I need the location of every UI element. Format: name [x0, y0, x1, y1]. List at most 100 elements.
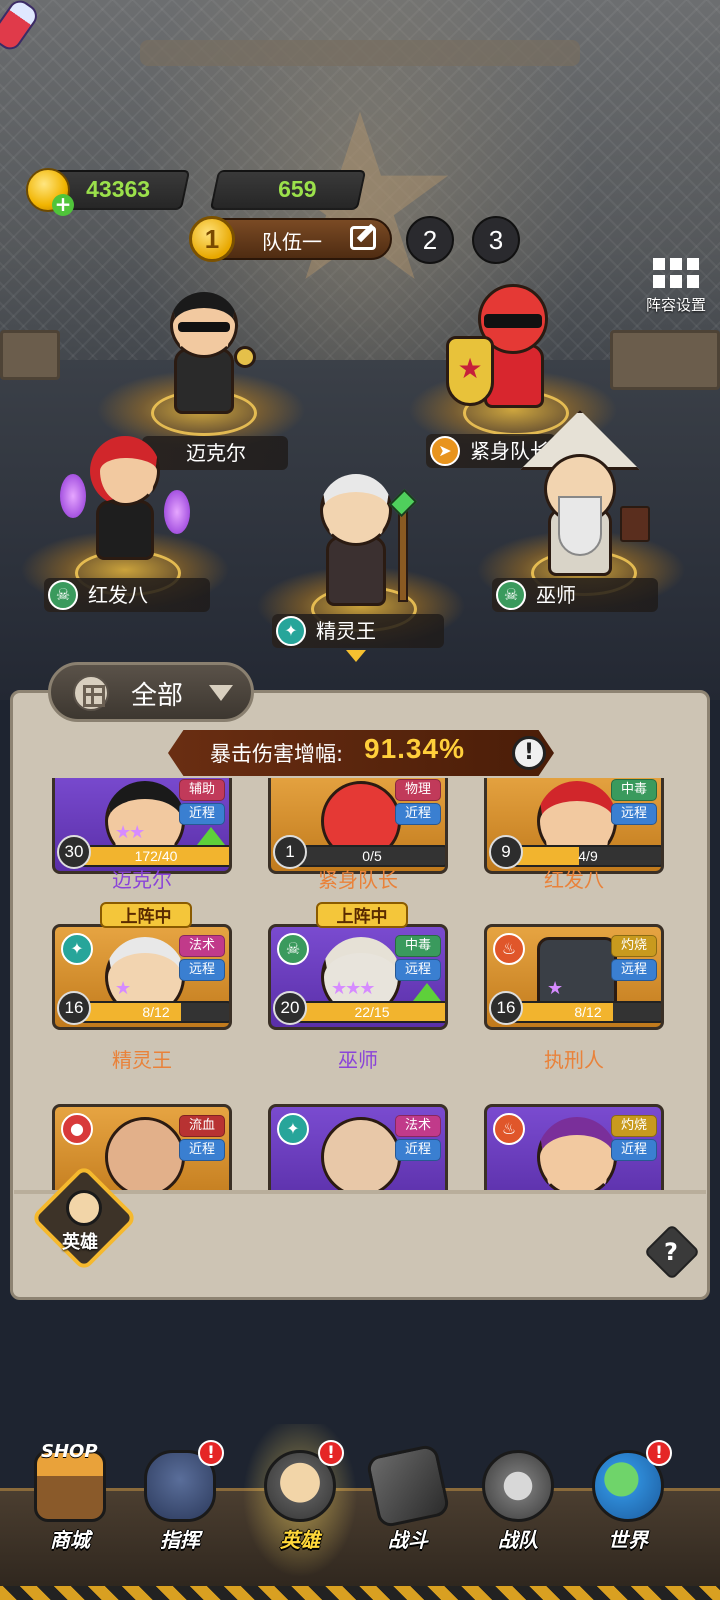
nav-shop[interactable]: SHOP 商城 — [20, 1440, 120, 1570]
hero-level: 1 — [273, 835, 307, 869]
crit-damage-label: 暴击伤害增幅: — [210, 742, 344, 766]
hero-card[interactable]: 中毒 远程 4/9 9 — [484, 778, 664, 874]
team-tab-3[interactable]: 3 — [472, 216, 520, 264]
nav-heroes[interactable]: ! 英雄 — [250, 1440, 350, 1570]
magic-icon: ✦ — [276, 616, 306, 646]
hero-card-name: 巫师 — [338, 1048, 378, 1072]
hero-michael-figure[interactable] — [150, 286, 260, 426]
shard-progress-text: 0/5 — [362, 848, 382, 864]
nav-battle[interactable]: 战斗 — [358, 1440, 458, 1570]
hero-card[interactable]: 辅助 近程 ★★ 172/40 30 — [52, 778, 232, 874]
nav-world[interactable]: ! 世界 — [578, 1440, 678, 1570]
hero-level: 16 — [57, 991, 91, 1025]
poison-skull-icon: ☠ — [48, 580, 78, 610]
hero-tag-role: 流血 — [179, 1115, 225, 1137]
hero-portrait — [537, 1117, 617, 1190]
gun-icon — [365, 1443, 451, 1529]
nav-command[interactable]: ! 指挥 — [130, 1440, 230, 1570]
notification-badge: ! — [318, 1440, 344, 1466]
grid-icon — [653, 258, 699, 288]
hero-portrait — [105, 1117, 185, 1190]
hero-red-hair-figure[interactable] — [60, 430, 190, 570]
hero-level: 9 — [489, 835, 523, 869]
hero-wizard-figure[interactable] — [510, 410, 650, 580]
shard-progress-text: 8/12 — [142, 1004, 170, 1020]
arena-rail — [140, 40, 580, 66]
potion-counter: 659 — [209, 170, 367, 210]
nav-squad[interactable]: 战队 — [468, 1440, 568, 1570]
shard-progress-text: 8/12 — [574, 1004, 602, 1020]
hero-level: 30 — [57, 835, 91, 869]
shard-progress-bar: 22/15 — [297, 1001, 445, 1023]
magic-icon: ✦ — [277, 1113, 309, 1145]
shard-progress-text: 4/9 — [578, 848, 598, 864]
upgrade-arrow-icon — [413, 983, 441, 1001]
hero-level: 16 — [489, 991, 523, 1025]
shield-charge-icon: ➤ — [430, 436, 460, 466]
help-icon[interactable]: ? — [664, 1238, 678, 1266]
crit-damage-value: 91.34% — [364, 733, 465, 764]
hero-category-label: 英雄 — [62, 1232, 98, 1253]
hero-tight-captain-figure[interactable]: ★ — [444, 280, 574, 420]
potion-amount: 659 — [278, 176, 317, 202]
team-tab-1[interactable]: 1 — [189, 216, 235, 262]
poison-skull-icon: ☠ — [496, 580, 526, 610]
lineup-settings-button[interactable]: 阵容设置 — [640, 258, 712, 322]
notification-badge: ! — [646, 1440, 672, 1466]
hero-card[interactable]: ♨ 灼烧 近程 — [484, 1104, 664, 1190]
shard-progress-bar: 8/12 — [513, 1001, 661, 1023]
shard-progress-text: 22/15 — [354, 1004, 390, 1020]
hero-tag-range: 近程 — [611, 1139, 657, 1161]
hero-slot-name: 红发八 — [88, 583, 148, 607]
hero-tag-range: 远程 — [611, 959, 657, 981]
hero-card[interactable]: ✦ 法术 近程 — [268, 1104, 448, 1190]
edit-icon[interactable] — [350, 226, 376, 250]
info-icon[interactable]: ! — [512, 736, 546, 770]
fire-icon: ♨ — [493, 1113, 525, 1145]
hero-tag-role: 灼烧 — [611, 935, 657, 957]
deployed-badge: 上阵中 — [100, 902, 192, 928]
grid-icon — [73, 675, 109, 711]
lineup-settings-label: 阵容设置 — [645, 296, 706, 314]
hero-card-grid[interactable]: 辅助 近程 ★★ 172/40 30 物理 近程 0/5 1 中毒 远程 4/9… — [30, 778, 690, 1190]
hero-card-name: 红发八 — [544, 868, 604, 892]
hero-tag-range: 远程 — [179, 959, 225, 981]
blood-icon: ● — [61, 1113, 93, 1145]
star-rating: ★★★ — [331, 978, 375, 999]
star-rating: ★★ — [115, 822, 145, 843]
hero-tag-role: 辅助 — [179, 779, 225, 801]
team-name: 队伍一 — [262, 230, 322, 254]
hero-tag-range: 远程 — [395, 959, 441, 981]
hero-slot-plate: ✦ 精灵王 — [272, 614, 444, 648]
hero-card-name: 执刑人 — [544, 1048, 604, 1072]
hero-filter-dropdown[interactable]: 全部 — [48, 662, 254, 722]
hero-tag-range: 近程 — [179, 1139, 225, 1161]
fire-icon: ♨ — [493, 933, 525, 965]
hero-elf-king-figure[interactable] — [300, 466, 420, 616]
hero-card[interactable]: ✦ 法术 远程 ★ 8/12 16 — [52, 924, 232, 1030]
team-tab-2[interactable]: 2 — [406, 216, 454, 264]
hero-tag-role: 法术 — [179, 935, 225, 957]
hero-level: 20 — [273, 991, 307, 1025]
hero-card[interactable]: ☠ 中毒 远程 ★★★ 22/15 20 — [268, 924, 448, 1030]
chevron-down-icon — [209, 685, 233, 701]
nav-label: 战斗 — [388, 1528, 428, 1552]
hero-slot-name: 精灵王 — [316, 619, 376, 643]
hero-card-name: 迈克尔 — [112, 868, 172, 892]
hazard-stripe — [0, 1586, 720, 1600]
notification-badge: ! — [198, 1440, 224, 1466]
hero-card[interactable]: ♨ 灼烧 远程 ★ 8/12 16 — [484, 924, 664, 1030]
shard-progress-bar: 8/12 — [81, 1001, 229, 1023]
deployed-badge: 上阵中 — [316, 902, 408, 928]
upgrade-arrow-icon — [197, 827, 225, 845]
hero-card-name: 紧身队长 — [318, 868, 398, 892]
shop-icon: SHOP — [34, 1441, 106, 1522]
hero-tag-role: 中毒 — [395, 935, 441, 957]
nav-label: 战队 — [498, 1528, 538, 1552]
panel-divider — [14, 1190, 706, 1194]
hero-card[interactable]: 物理 近程 0/5 1 — [268, 778, 448, 874]
star-rating: ★ — [115, 978, 131, 999]
gold-coin-add-icon[interactable] — [26, 168, 74, 216]
hero-tag-range: 近程 — [395, 803, 441, 825]
crate-decoration — [610, 330, 720, 390]
